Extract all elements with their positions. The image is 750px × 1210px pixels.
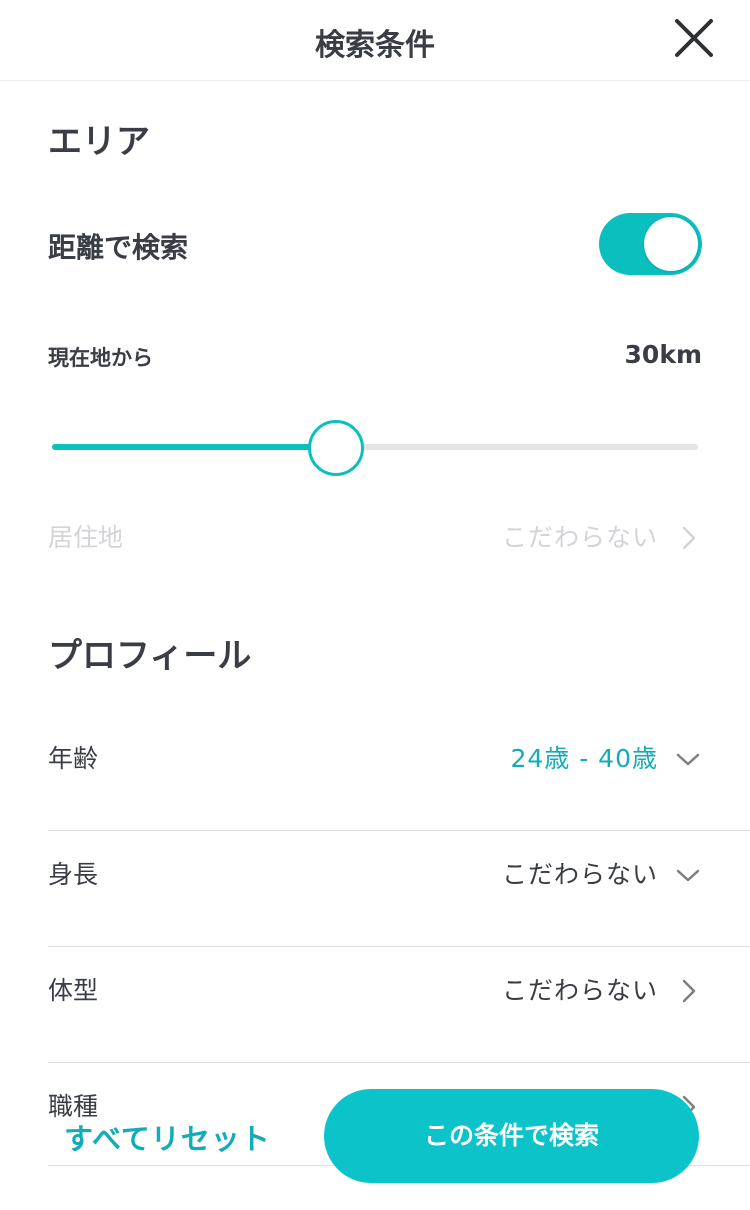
profile-row-label: 身長 bbox=[48, 860, 99, 889]
profile-row-body-type[interactable]: 体型 こだわらない bbox=[48, 946, 750, 1063]
distance-value: 30km bbox=[624, 340, 702, 369]
body-type-value: こだわらない bbox=[501, 976, 658, 1005]
chevron-down-icon bbox=[676, 869, 700, 882]
height-value: こだわらない bbox=[501, 860, 658, 889]
chevron-right-icon bbox=[682, 979, 696, 1003]
profile-row-label: 年齢 bbox=[48, 744, 99, 773]
page-title: 検索条件 bbox=[315, 28, 435, 63]
header: 検索条件 bbox=[0, 0, 750, 81]
distance-search-label: 距離で検索 bbox=[48, 231, 189, 264]
distance-search-toggle[interactable] bbox=[599, 213, 702, 275]
section-title-area: エリア bbox=[48, 122, 150, 162]
residence-label: 居住地 bbox=[48, 523, 124, 552]
distance-slider-track[interactable] bbox=[52, 444, 698, 450]
residence-row[interactable]: 居住地 こだわらない bbox=[48, 493, 750, 609]
reset-all-button[interactable]: すべてリセット bbox=[64, 1116, 271, 1158]
age-range-value: 24歳 - 40歳 bbox=[510, 744, 658, 773]
from-current-location-label: 現在地から bbox=[48, 346, 153, 370]
profile-row-label: 体型 bbox=[48, 976, 99, 1005]
distance-slider-thumb[interactable] bbox=[308, 420, 365, 476]
close-button[interactable] bbox=[672, 16, 716, 60]
residence-value: こだわらない bbox=[501, 523, 658, 552]
chevron-down-icon bbox=[676, 753, 700, 766]
close-icon bbox=[675, 19, 713, 57]
chevron-right-icon bbox=[682, 526, 696, 550]
profile-row-height[interactable]: 身長 こだわらない bbox=[48, 830, 750, 947]
toggle-knob bbox=[644, 217, 698, 271]
profile-row-age[interactable]: 年齢 24歳 - 40歳 bbox=[48, 714, 750, 831]
search-with-conditions-button[interactable]: この条件で検索 bbox=[324, 1089, 699, 1183]
section-title-profile: プロフィール bbox=[48, 636, 252, 676]
distance-slider-fill bbox=[52, 444, 337, 450]
